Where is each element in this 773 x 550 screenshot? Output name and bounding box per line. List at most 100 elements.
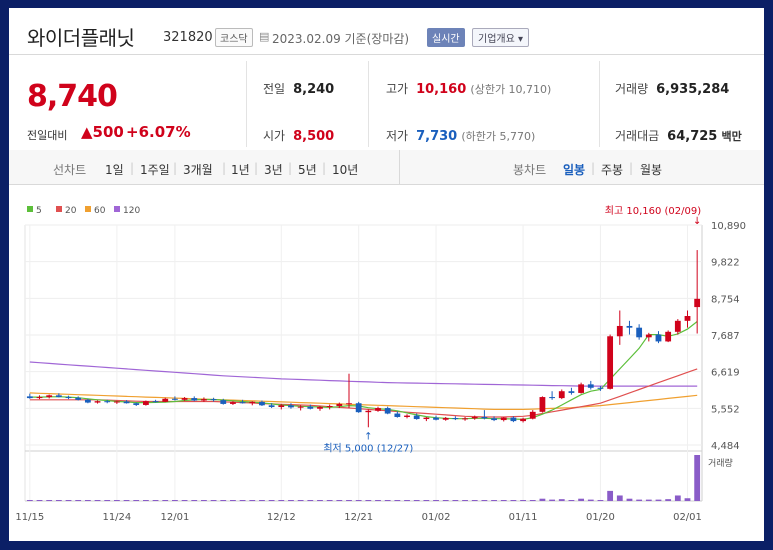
period-10y[interactable]: 10년 [332, 161, 358, 178]
period-1d[interactable]: 1일 [105, 161, 124, 178]
candle-body [113, 401, 120, 403]
volume-bar [326, 500, 333, 501]
candle-body [162, 398, 169, 402]
period-3m[interactable]: 3개월 [183, 161, 213, 178]
divider: | [322, 161, 327, 175]
candle-daily[interactable]: 일봉 [563, 161, 585, 178]
as-of-date: 2023.02.09 기준(장마감) [272, 32, 410, 46]
volume-bar [346, 500, 352, 501]
candle-body [210, 399, 217, 401]
candle-weekly[interactable]: 주봉 [601, 161, 623, 178]
candle-body [55, 395, 62, 398]
volume-bar [65, 500, 72, 501]
volume-bar [694, 455, 701, 501]
amount-label: 거래대금 [615, 129, 660, 143]
volume-bar [133, 500, 140, 501]
candle-body [249, 401, 256, 404]
open-label: 시가 [263, 129, 286, 143]
company-overview-dropdown[interactable]: 기업개요 ▾ [472, 28, 529, 47]
candle-body [607, 336, 614, 389]
volume-bar [336, 500, 343, 501]
volume-bar [626, 498, 633, 501]
period-3y[interactable]: 3년 [264, 161, 283, 178]
x-tick-label: 01/20 [586, 512, 615, 523]
divider: | [288, 161, 293, 175]
candle-monthly[interactable]: 월봉 [640, 161, 662, 178]
volume-bar [452, 500, 459, 501]
volume-bar [365, 500, 372, 501]
candle-body [133, 403, 140, 405]
volume-bar [152, 500, 159, 501]
y-tick-label: 7,687 [711, 331, 740, 342]
y-tick-label: 9,822 [711, 258, 740, 269]
candle-body [684, 316, 691, 321]
volume-bar [491, 500, 497, 501]
volume-bar [674, 495, 681, 501]
stock-code: 321820 [163, 30, 213, 45]
volume-bar [481, 500, 488, 501]
open-value: 8,500 [293, 129, 335, 144]
open-price: 시가 8,500 [263, 127, 334, 144]
candle-body [259, 401, 265, 406]
volume-bar [587, 499, 594, 501]
candle-body [46, 395, 53, 398]
legend-swatch [27, 206, 33, 212]
divider: | [173, 161, 178, 175]
amount-value: 64,725 [667, 129, 718, 144]
candle-body [104, 401, 111, 403]
period-5y[interactable]: 5년 [298, 161, 317, 178]
price-summary: 8,740 전일대비 ▲500 +6.07% 전일 8,240 고가 10,160 … [9, 55, 764, 151]
candle-body [278, 405, 285, 408]
volume-bar [307, 500, 314, 501]
volume-bar [529, 500, 536, 501]
candle-body [587, 384, 594, 388]
volume-bar [297, 500, 304, 501]
candle-body [694, 298, 701, 308]
volume-bar [549, 499, 555, 501]
candle-body [491, 418, 497, 421]
candle-body [665, 331, 672, 342]
candle-body [317, 407, 323, 409]
change-value: 500 [92, 123, 124, 141]
period-1w[interactable]: 1주일 [140, 161, 170, 178]
divider [246, 61, 247, 147]
volume-bar [607, 490, 614, 501]
down-arrow-icon: ↓ [693, 216, 701, 227]
divider: | [254, 161, 259, 175]
realtime-button[interactable]: 실시간 [427, 28, 465, 47]
candle-chart-label: 봉차트 [513, 163, 547, 177]
candle-body [529, 411, 536, 419]
low-label: 저가 [386, 129, 409, 143]
volume-bar [55, 500, 62, 501]
volume-bar [191, 500, 198, 501]
volume-bar [684, 498, 691, 501]
candle-body [191, 398, 198, 401]
low-value: 7,730 [416, 129, 458, 144]
volume-bar [471, 500, 478, 501]
volume-bar [75, 500, 82, 501]
y-tick-label: 8,754 [711, 294, 740, 305]
volume-bar [181, 500, 188, 501]
up-arrow-icon: ▲ [81, 123, 93, 141]
candle-body [375, 408, 381, 411]
prev-close: 전일 8,240 [263, 80, 334, 97]
volume-bar [104, 500, 111, 501]
volume-bar [278, 500, 285, 501]
candle-body [307, 406, 314, 409]
x-tick-label: 12/21 [344, 512, 373, 523]
candle-body [674, 320, 681, 332]
low-price: 저가 7,730 (하한가 5,770) [386, 127, 535, 144]
volume-bar [230, 500, 236, 501]
period-1y[interactable]: 1년 [231, 161, 250, 178]
x-tick-label: 01/02 [422, 512, 451, 523]
volume-bar [220, 500, 227, 501]
high-annotation: 최고 10,160 (02/09) [605, 205, 701, 217]
volume-bar [375, 500, 381, 501]
volume-bar [210, 500, 217, 501]
legend-label: 20 [65, 206, 77, 216]
divider: | [130, 161, 135, 175]
legend-label: 120 [123, 206, 140, 216]
x-tick-label: 02/01 [673, 512, 702, 523]
candle-body [123, 401, 130, 404]
candle-body [346, 403, 352, 405]
